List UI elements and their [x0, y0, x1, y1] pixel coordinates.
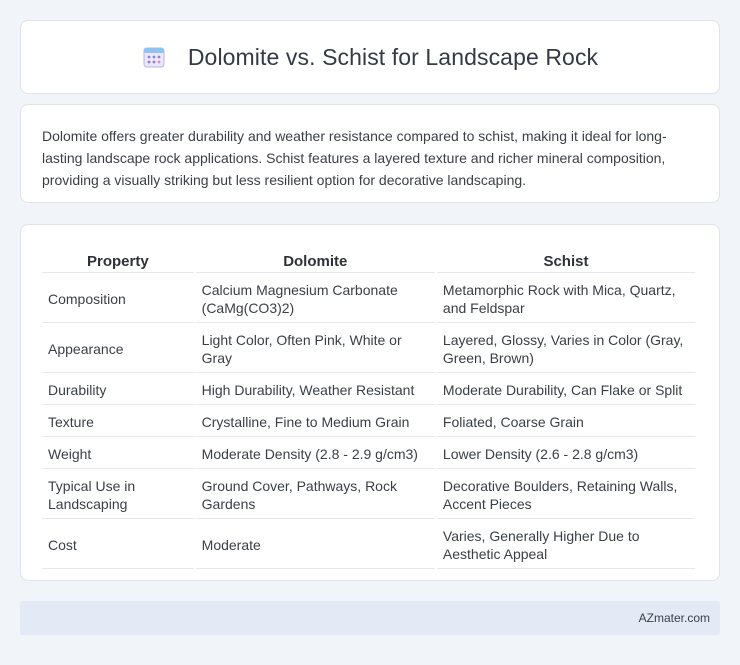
- dolomite-cell: Moderate Density (2.8 - 2.9 g/cm3): [195, 439, 435, 469]
- schist-cell: Lower Density (2.6 - 2.8 g/cm3): [436, 439, 695, 469]
- property-cell: Durability: [42, 375, 194, 405]
- title-row: Dolomite vs. Schist for Landscape Rock: [142, 44, 598, 71]
- dolomite-cell: High Durability, Weather Resistant: [195, 375, 435, 405]
- table-header-row: Property Dolomite Schist: [42, 247, 695, 273]
- dolomite-cell: Ground Cover, Pathways, Rock Gardens: [195, 471, 435, 519]
- table-row: Durability High Durability, Weather Resi…: [42, 375, 695, 405]
- footer-bar: AZmater.com: [20, 601, 720, 635]
- schist-cell: Metamorphic Rock with Mica, Quartz, and …: [436, 275, 695, 323]
- table-row: Composition Calcium Magnesium Carbonate …: [42, 275, 695, 323]
- schist-cell: Decorative Boulders, Retaining Walls, Ac…: [436, 471, 695, 519]
- schist-cell: Moderate Durability, Can Flake or Split: [436, 375, 695, 405]
- dolomite-cell: Calcium Magnesium Carbonate (CaMg(CO3)2): [195, 275, 435, 323]
- calendar-grid-icon: [143, 47, 165, 68]
- dolomite-cell: Light Color, Often Pink, White or Gray: [195, 325, 435, 373]
- header-property: Property: [42, 247, 194, 273]
- schist-cell: Foliated, Coarse Grain: [436, 407, 695, 437]
- table-row: Cost Moderate Varies, Generally Higher D…: [42, 521, 695, 569]
- table-row: Typical Use in Landscaping Ground Cover,…: [42, 471, 695, 519]
- property-cell: Texture: [42, 407, 194, 437]
- property-cell: Weight: [42, 439, 194, 469]
- dolomite-cell: Crystalline, Fine to Medium Grain: [195, 407, 435, 437]
- header-dolomite: Dolomite: [195, 247, 435, 273]
- property-cell: Typical Use in Landscaping: [42, 471, 194, 519]
- summary-card: Dolomite offers greater durability and w…: [20, 104, 720, 203]
- comparison-table-card: Property Dolomite Schist Composition Cal…: [20, 224, 720, 581]
- schist-cell: Varies, Generally Higher Due to Aestheti…: [436, 521, 695, 569]
- table-row: Appearance Light Color, Often Pink, Whit…: [42, 325, 695, 373]
- title-card: Dolomite vs. Schist for Landscape Rock: [20, 20, 720, 94]
- schist-cell: Layered, Glossy, Varies in Color (Gray, …: [436, 325, 695, 373]
- footer-source-link[interactable]: AZmater.com: [639, 611, 710, 625]
- page-title: Dolomite vs. Schist for Landscape Rock: [187, 43, 599, 70]
- table-row: Weight Moderate Density (2.8 - 2.9 g/cm3…: [42, 439, 695, 469]
- property-cell: Composition: [42, 275, 194, 323]
- table-row: Texture Crystalline, Fine to Medium Grai…: [42, 407, 695, 437]
- header-schist: Schist: [436, 247, 695, 273]
- summary-text: Dolomite offers greater durability and w…: [42, 128, 667, 188]
- property-cell: Appearance: [42, 325, 194, 373]
- comparison-table: Property Dolomite Schist Composition Cal…: [40, 245, 697, 571]
- property-cell: Cost: [42, 521, 194, 569]
- dolomite-cell: Moderate: [195, 521, 435, 569]
